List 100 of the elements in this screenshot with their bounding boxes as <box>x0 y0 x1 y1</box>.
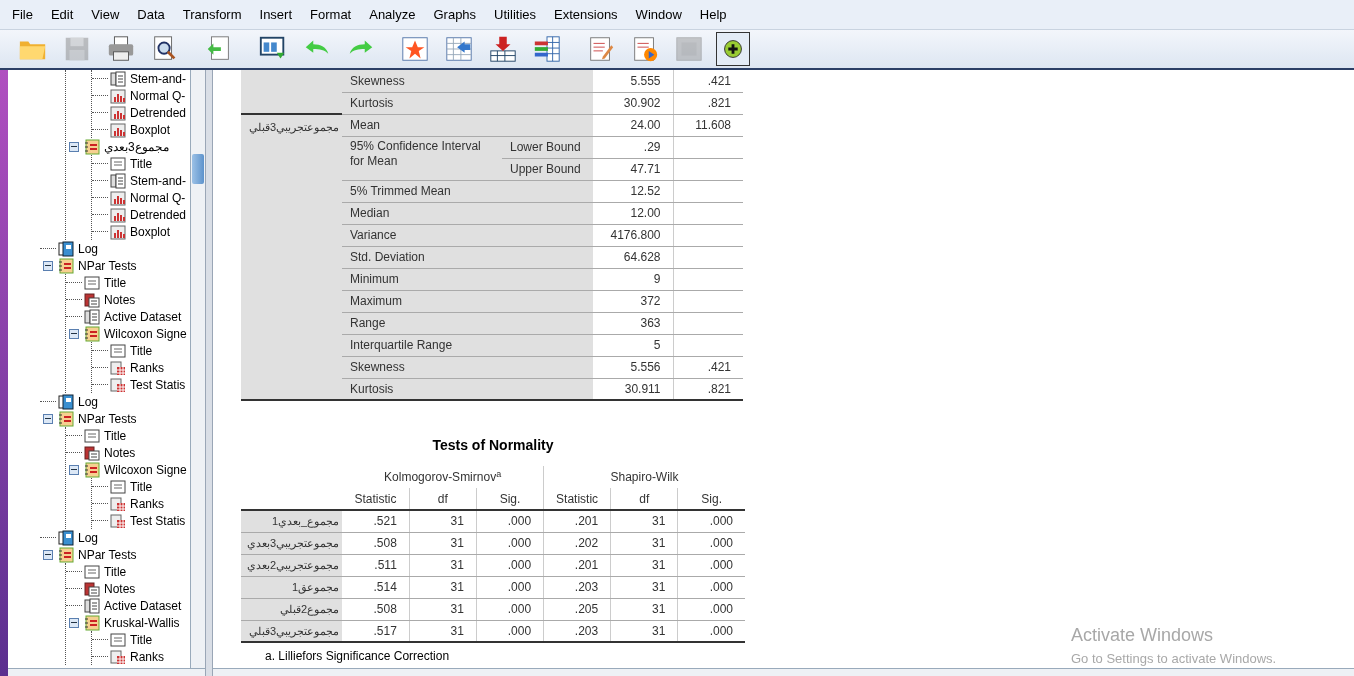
row-label-cell: Minimum <box>342 268 593 290</box>
menu-item[interactable]: Extensions <box>545 4 627 25</box>
tree-item[interactable]: Ranks <box>128 494 164 513</box>
column-header: Sig. <box>476 488 544 510</box>
tree-item[interactable]: Stem-and- <box>128 70 187 88</box>
tree-item[interactable]: Title <box>128 154 153 173</box>
tree-item[interactable]: Stem-and- <box>128 171 187 190</box>
tree-item[interactable]: Ranks <box>128 358 164 377</box>
row-label-cell: مجموع_بعدي1 <box>241 510 343 532</box>
tree-item[interactable]: Title <box>128 477 153 496</box>
tree-item[interactable]: Title <box>128 341 153 360</box>
tree-item[interactable]: Log <box>76 392 99 411</box>
tree-item[interactable]: Wilcoxon Signe <box>102 460 187 479</box>
menu-item[interactable]: Help <box>690 4 736 25</box>
row-label-cell: Maximum <box>342 290 593 312</box>
row-label-cell: Kurtosis <box>342 378 593 400</box>
collapse-toggle[interactable] <box>69 328 79 339</box>
table-cell: 30.911 <box>593 378 673 400</box>
table-cell: .203 <box>543 576 611 598</box>
tree-item[interactable]: Normal Q- <box>128 86 186 105</box>
tree-item[interactable]: Detrended <box>128 103 187 122</box>
tree-item[interactable]: Title <box>102 273 127 292</box>
document-icon <box>110 172 126 189</box>
folder-book-icon <box>84 138 100 155</box>
bar-chart-icon <box>110 189 126 206</box>
row-label-cell: Skewness <box>342 356 593 378</box>
collapse-toggle[interactable] <box>43 413 53 424</box>
scrollbar-thumb[interactable] <box>192 154 204 184</box>
tree-item[interactable]: مجموع3بعدي <box>102 137 169 156</box>
menu-item[interactable]: Analyze <box>360 4 425 25</box>
row-label-cell: Mean <box>342 114 593 136</box>
notes-icon <box>84 580 100 597</box>
tree-item[interactable]: Normal Q- <box>128 188 186 207</box>
tree-item[interactable]: Title <box>102 562 127 581</box>
tree-item[interactable]: NPar Tests <box>76 409 137 428</box>
tree-item[interactable]: Detrended <box>128 205 187 224</box>
tree-item[interactable]: Log <box>76 528 99 547</box>
tree-item[interactable]: Boxplot <box>128 120 171 139</box>
row-label-cell: مجموعتجريبي3قبلي <box>241 620 343 642</box>
menu-item[interactable]: Transform <box>173 4 251 25</box>
menu-item[interactable]: View <box>82 4 129 25</box>
tree-item[interactable]: Test Statis <box>128 375 186 394</box>
row-label-cell: Kurtosis <box>342 92 593 114</box>
table-cell: 24.00 <box>593 114 673 136</box>
tree-item[interactable]: Notes <box>102 290 136 309</box>
table-cell: .202 <box>543 532 611 554</box>
menu-item[interactable]: Window <box>626 4 691 25</box>
menu-item[interactable]: Data <box>128 4 174 25</box>
menu-item[interactable]: Edit <box>41 4 83 25</box>
document-icon <box>84 308 100 325</box>
collapse-toggle[interactable] <box>69 464 79 475</box>
menu-item[interactable]: Utilities <box>485 4 545 25</box>
table-cell: 31 <box>610 510 678 532</box>
table-cell: 31 <box>409 620 477 642</box>
printer-icon <box>106 34 136 64</box>
title-page-icon <box>84 563 100 580</box>
tree-item[interactable]: Test Statis <box>128 511 186 530</box>
log-book-icon <box>58 240 74 257</box>
table-cell: .421 <box>673 356 743 378</box>
horizontal-scrollbar[interactable] <box>213 668 1354 676</box>
collapse-toggle[interactable] <box>69 617 79 628</box>
tree-item[interactable]: Title <box>128 630 153 649</box>
folder-book-icon <box>58 546 74 563</box>
collapse-toggle[interactable] <box>43 260 53 271</box>
menu-item[interactable]: Format <box>301 4 361 25</box>
tree-item[interactable]: Kruskal-Wallis <box>102 613 180 632</box>
tree-item[interactable]: Ranks <box>128 647 164 666</box>
table-cell: .201 <box>543 554 611 576</box>
tree-item[interactable]: Notes <box>102 443 136 462</box>
tree-item[interactable]: Active Dataset <box>102 596 182 615</box>
table-cell: .000 <box>677 620 745 642</box>
row-label-cell: Interquartile Range <box>342 334 593 356</box>
table-cell: 5.555 <box>593 70 673 92</box>
toolbar-button[interactable] <box>716 32 750 66</box>
collapse-toggle[interactable] <box>43 549 53 560</box>
collapse-toggle[interactable] <box>69 141 79 152</box>
tree-item[interactable]: Title <box>102 426 127 445</box>
table-cell: .000 <box>476 620 544 642</box>
table-cell: 31 <box>610 620 678 642</box>
tree-item[interactable]: Wilcoxon Signe <box>102 324 187 343</box>
tree-item[interactable]: NPar Tests <box>76 256 137 275</box>
tree-item[interactable]: Log <box>76 239 99 258</box>
tree-item[interactable]: Boxplot <box>128 222 171 241</box>
row-label-cell: Variance <box>342 224 593 246</box>
tree-item[interactable]: Active Dataset <box>102 307 182 326</box>
table-cell: 31 <box>409 554 477 576</box>
tree-item[interactable]: Notes <box>102 579 136 598</box>
column-header: Statistic <box>342 488 410 510</box>
tree-item[interactable]: NPar Tests <box>76 545 137 564</box>
table-title: Tests of Normality <box>431 436 555 455</box>
blank-screen-icon <box>674 34 704 64</box>
activation-message: Go to Settings to activate Windows. <box>1071 650 1277 668</box>
menu-item[interactable]: Insert <box>250 4 302 25</box>
bar-chart-icon <box>110 206 126 223</box>
table-cell: .29 <box>593 136 673 158</box>
menu-item[interactable]: File <box>3 4 42 25</box>
horizontal-scrollbar[interactable] <box>8 668 205 676</box>
table-cell: .821 <box>673 378 743 400</box>
vertical-scrollbar[interactable] <box>190 70 205 668</box>
menu-item[interactable]: Graphs <box>424 4 486 25</box>
